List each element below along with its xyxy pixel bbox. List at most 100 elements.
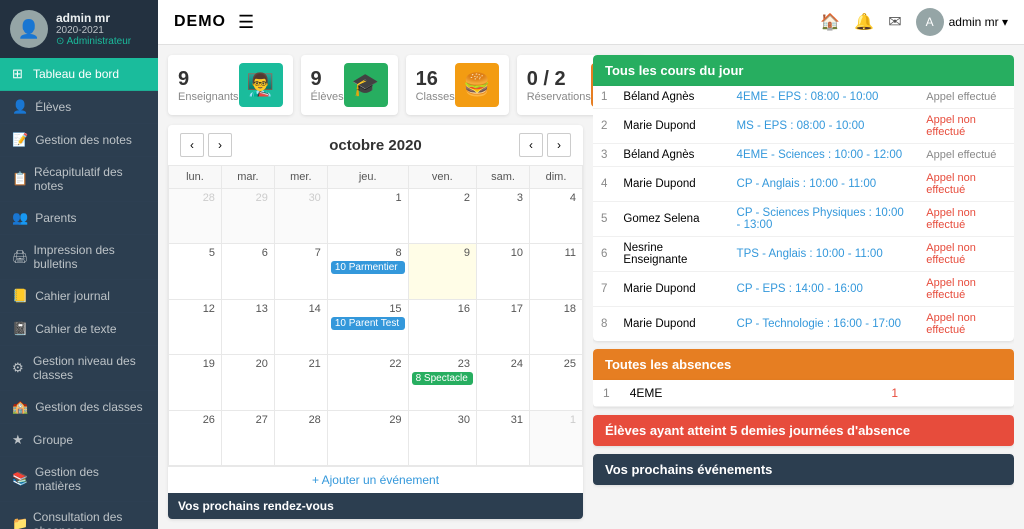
sidebar-item-gestion-matieres[interactable]: 📚Gestion des matières (0, 457, 158, 502)
calendar-day[interactable]: 6 (221, 244, 274, 299)
calendar-next-button-left[interactable]: › (208, 133, 232, 157)
course-row: 4 Marie Dupond CP - Anglais : 10:00 - 11… (593, 167, 1014, 202)
day-number: 15 (331, 302, 405, 316)
sidebar-item-impression-bulletins[interactable]: 🖨Impression des bulletins (0, 235, 158, 280)
stat-number-reservations: 0 / 2 (527, 68, 591, 91)
day-number: 1 (331, 191, 405, 205)
calendar-day[interactable]: 238 Spectacle (408, 355, 476, 410)
course-link[interactable]: CP - EPS : 14:00 - 16:00 (729, 272, 919, 307)
calendar-day[interactable]: 28 (274, 410, 327, 465)
day-number: 18 (533, 302, 579, 316)
calendar-day[interactable]: 11 (529, 244, 582, 299)
envelope-icon[interactable]: ✉ (888, 12, 901, 32)
calendar-day[interactable]: 27 (221, 410, 274, 465)
calendar-day[interactable]: 810 Parmentier (327, 244, 408, 299)
sidebar-item-recapitulatif-notes[interactable]: 📋Récapitulatif des notes (0, 157, 158, 202)
sidebar-item-consultation-absences[interactable]: 📁Consultation des absences (0, 502, 158, 529)
calendar-day[interactable]: 3 (477, 189, 530, 244)
calendar-day[interactable]: 1510 Parent Test (327, 299, 408, 354)
sidebar-item-eleves[interactable]: 👤Élèves (0, 91, 158, 124)
add-event-button[interactable]: + Ajouter un événement (168, 466, 583, 493)
calendar-day[interactable]: 29 (221, 189, 274, 244)
course-link[interactable]: 4EME - EPS : 08:00 - 10:00 (729, 86, 919, 109)
calendar-prev-button-right[interactable]: ‹ (519, 133, 543, 157)
calendar-day[interactable]: 4 (529, 189, 582, 244)
calendar-week-row: 19202122238 Spectacle2425 (169, 355, 583, 410)
calendar-event[interactable]: 10 Parmentier (331, 261, 405, 274)
calendar-header-row: lun.mar.mer.jeu.ven.sam.dim. (169, 166, 583, 189)
nav-label-groupe: Groupe (33, 433, 73, 447)
calendar-day[interactable]: 1 (327, 189, 408, 244)
calendar-day[interactable]: 30 (408, 410, 476, 465)
day-number: 7 (278, 246, 324, 260)
course-status: Appel non effectué (918, 202, 1014, 237)
calendar-day[interactable]: 16 (408, 299, 476, 354)
day-number: 13 (225, 302, 271, 316)
calendar-day[interactable]: 20 (221, 355, 274, 410)
bell-icon[interactable]: 🔔 (854, 12, 874, 32)
calendar-prev-button[interactable]: ‹ (180, 133, 204, 157)
course-link[interactable]: CP - Technologie : 16:00 - 17:00 (729, 307, 919, 342)
calendar-day[interactable]: 31 (477, 410, 530, 465)
nav-icon-tableau-de-bord: ⊞ (12, 66, 26, 82)
sidebar-item-gestion-niveau[interactable]: ⚙Gestion niveau des classes (0, 346, 158, 391)
profile-role: ⊙ Administrateur (56, 36, 131, 47)
calendar-day[interactable]: 7 (274, 244, 327, 299)
day-number: 30 (412, 413, 473, 427)
calendar-week-row: 282930 1234 (169, 189, 583, 244)
cal-day-header: ven. (408, 166, 476, 189)
calendar-day[interactable]: 22 (327, 355, 408, 410)
calendar-day[interactable]: 19 (169, 355, 222, 410)
course-link[interactable]: CP - Anglais : 10:00 - 11:00 (729, 167, 919, 202)
calendar-day[interactable]: 1 (529, 410, 582, 465)
calendar-day[interactable]: 17 (477, 299, 530, 354)
sidebar-item-groupe[interactable]: ★Groupe (0, 424, 158, 457)
absence-num: 1 (593, 380, 620, 407)
stat-card-classes: 16 Classes 🍔 (406, 55, 509, 115)
course-link[interactable]: TPS - Anglais : 10:00 - 11:00 (729, 237, 919, 272)
calendar-week-row: 1213141510 Parent Test161718 (169, 299, 583, 354)
absence-class: 4EME (620, 380, 882, 407)
topbar-left: DEMO ☰ (174, 12, 254, 33)
home-icon[interactable]: 🏠 (820, 12, 840, 32)
calendar-event[interactable]: 10 Parent Test (331, 317, 405, 330)
day-number: 25 (533, 357, 579, 371)
calendar-day[interactable]: 5 (169, 244, 222, 299)
sidebar-item-parents[interactable]: 👥Parents (0, 202, 158, 235)
user-menu[interactable]: A admin mr ▾ (916, 8, 1008, 36)
calendar-day[interactable]: 9 (408, 244, 476, 299)
calendar-day[interactable]: 2 (408, 189, 476, 244)
sidebar-item-cahier-texte[interactable]: 📓Cahier de texte (0, 313, 158, 346)
calendar-footer: Vos prochains rendez-vous (168, 493, 583, 519)
nav-icon-gestion-matieres: 📚 (12, 471, 28, 487)
calendar-day[interactable]: 26 (169, 410, 222, 465)
calendar-day[interactable]: 25 (529, 355, 582, 410)
course-link[interactable]: 4EME - Sciences : 10:00 - 12:00 (729, 144, 919, 167)
course-row: 3 Béland Agnès 4EME - Sciences : 10:00 -… (593, 144, 1014, 167)
cal-day-header: mer. (274, 166, 327, 189)
day-number: 4 (533, 191, 579, 205)
sidebar-item-gestion-classes[interactable]: 🏫Gestion des classes (0, 391, 158, 424)
course-link[interactable]: CP - Sciences Physiques : 10:00 - 13:00 (729, 202, 919, 237)
absence-count[interactable]: 1 (881, 380, 1014, 407)
sidebar-item-cahier-journal[interactable]: 📒Cahier journal (0, 280, 158, 313)
calendar-day[interactable]: 28 (169, 189, 222, 244)
calendar-day[interactable]: 18 (529, 299, 582, 354)
course-status: Appel non effectué (918, 109, 1014, 144)
stat-card-enseignants: 9 Enseignants 👨‍🏫 (168, 55, 293, 115)
calendar-day[interactable]: 30 (274, 189, 327, 244)
calendar-day[interactable]: 24 (477, 355, 530, 410)
calendar-next-button[interactable]: › (547, 133, 571, 157)
calendar-event[interactable]: 8 Spectacle (412, 372, 473, 385)
calendar-day[interactable]: 13 (221, 299, 274, 354)
course-link[interactable]: MS - EPS : 08:00 - 10:00 (729, 109, 919, 144)
calendar-day[interactable]: 21 (274, 355, 327, 410)
calendar-day[interactable]: 12 (169, 299, 222, 354)
sidebar-item-tableau-de-bord[interactable]: ⊞Tableau de bord (0, 58, 158, 91)
calendar-day[interactable]: 10 (477, 244, 530, 299)
sidebar-item-gestion-notes[interactable]: 📝Gestion des notes (0, 124, 158, 157)
app-brand: DEMO (174, 13, 226, 31)
menu-icon[interactable]: ☰ (238, 12, 254, 33)
calendar-day[interactable]: 29 (327, 410, 408, 465)
calendar-day[interactable]: 14 (274, 299, 327, 354)
